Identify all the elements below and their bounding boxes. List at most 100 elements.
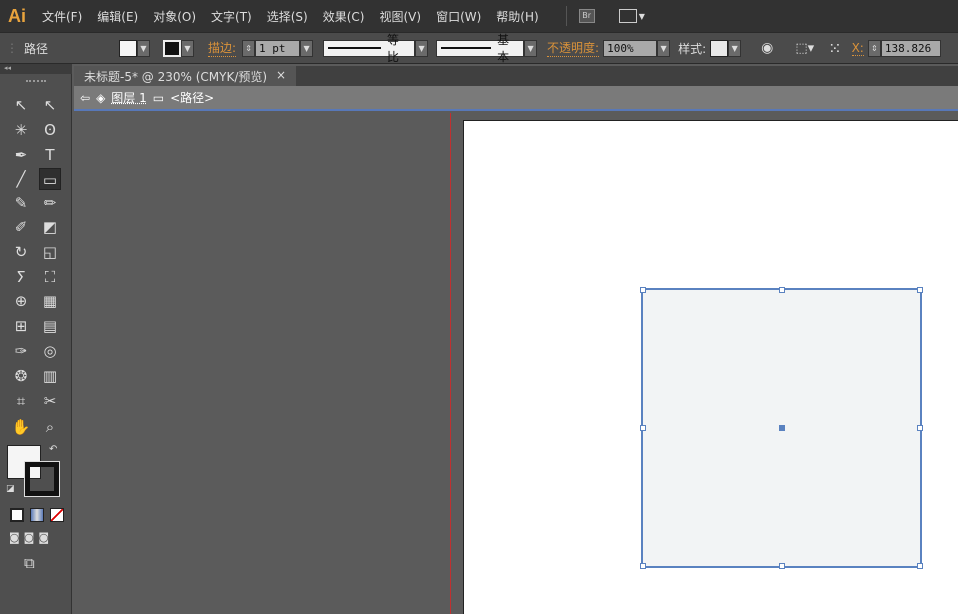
stroke-weight-stepper[interactable]: ⇕ xyxy=(242,39,256,57)
scale-icon[interactable]: ◱ xyxy=(39,241,61,263)
line-icon[interactable]: ╱ xyxy=(10,168,32,190)
panel-grip[interactable] xyxy=(26,80,46,82)
selected-rectangle[interactable] xyxy=(640,287,923,569)
direct-selection-icon[interactable]: ↖ xyxy=(39,94,61,116)
resize-handle[interactable] xyxy=(917,425,923,431)
x-input[interactable]: 138.826 xyxy=(880,39,941,57)
hand-icon[interactable]: ✋ xyxy=(10,416,32,438)
divider xyxy=(565,6,567,26)
menu-item[interactable]: 文字(T) xyxy=(211,8,252,25)
opacity-input[interactable]: 100% xyxy=(603,39,658,57)
menu-item[interactable]: 选择(S) xyxy=(267,8,308,25)
graphic-style-swatch[interactable] xyxy=(710,39,729,57)
blob-brush-icon[interactable]: ✐ xyxy=(10,216,32,238)
stroke-label[interactable]: 描边: xyxy=(208,39,237,57)
object-type-label: 路径 xyxy=(24,41,49,56)
breadcrumb-layer[interactable]: 图层 1 xyxy=(111,89,146,106)
symbol-sprayer-icon[interactable]: ❂ xyxy=(10,365,32,387)
x-label[interactable]: X: xyxy=(851,41,864,56)
swap-colors-icon[interactable]: ↶ xyxy=(49,444,57,455)
close-tab-button[interactable]: × xyxy=(276,68,286,84)
style-label: 样式: xyxy=(678,41,707,56)
menu-item[interactable]: 编辑(E) xyxy=(97,8,138,25)
resize-handle[interactable] xyxy=(778,563,785,569)
brush-definition[interactable]: 基本 xyxy=(436,33,525,64)
variable-width-profile[interactable]: 等比 xyxy=(323,33,416,64)
recolor-artwork-icon[interactable]: ◉ xyxy=(761,40,773,56)
opacity-dropdown[interactable]: ▼ xyxy=(657,39,671,57)
stroke-color-box[interactable] xyxy=(24,461,60,497)
shape-builder-icon[interactable]: ⊕ xyxy=(10,290,32,312)
resize-handle[interactable] xyxy=(640,287,646,293)
zoom-icon[interactable]: ⌕ xyxy=(39,416,61,438)
stroke-swatch[interactable] xyxy=(163,39,181,57)
graph-icon[interactable]: ▥ xyxy=(39,365,61,387)
resize-handle[interactable] xyxy=(640,563,646,569)
magic-wand-icon[interactable]: ✳ xyxy=(10,119,32,141)
pen-icon[interactable]: ✒ xyxy=(10,144,32,166)
collapse-panel-button[interactable]: ◂◂ xyxy=(0,64,72,74)
control-panel: ⋮ 路径 ▼ ▼ 描边: ⇕ 1 pt ▼ 等比 ▼ 基本 ▼ 不透明度: 100% ▼… xyxy=(0,32,958,64)
none-mode-icon[interactable] xyxy=(50,508,64,522)
perspective-icon[interactable]: ▦ xyxy=(39,290,61,312)
breadcrumb-path[interactable]: <路径> xyxy=(170,89,214,106)
brush-dropdown[interactable]: ▼ xyxy=(524,39,538,57)
isolate-icon[interactable]: ⬚▾ xyxy=(795,41,814,56)
opacity-label[interactable]: 不透明度: xyxy=(547,39,600,57)
eyedropper-icon[interactable]: ✑ xyxy=(10,340,32,362)
canvas[interactable] xyxy=(74,113,958,614)
group-icon: ▭ xyxy=(152,90,165,105)
warp-icon[interactable]: ⵢ xyxy=(10,266,32,288)
slice-icon[interactable]: ✂ xyxy=(39,390,61,412)
menu-item[interactable]: 对象(O) xyxy=(153,8,196,25)
center-point[interactable] xyxy=(778,425,785,431)
lasso-icon[interactable]: ʘ xyxy=(39,119,61,141)
selection-icon[interactable]: ↖ xyxy=(10,94,32,116)
style-dropdown[interactable]: ▼ xyxy=(728,39,742,57)
rectangle-icon[interactable]: ▭ xyxy=(39,168,61,190)
layers-icon: ◈ xyxy=(96,90,106,105)
workspace-layout-icon[interactable] xyxy=(618,9,637,23)
resize-handle[interactable] xyxy=(917,563,923,569)
eraser-icon[interactable]: ◩ xyxy=(39,216,61,238)
stroke-weight-dropdown[interactable]: ▼ xyxy=(300,39,314,57)
bridge-button[interactable]: Br xyxy=(578,9,595,23)
paintbrush-icon[interactable]: ✎ xyxy=(10,192,32,214)
gradient-mode-icon[interactable] xyxy=(30,508,44,522)
menu-bar: Ai 文件(F) 编辑(E) 对象(O) 文字(T) 选择(S) 效果(C) 视图(V) 窗口… xyxy=(0,0,958,32)
default-colors-icon[interactable]: ◪ xyxy=(6,484,15,494)
gradient-icon[interactable]: ▤ xyxy=(39,315,61,337)
menu-item[interactable]: 文件(F) xyxy=(42,8,82,25)
free-transform-icon[interactable]: ⛶ xyxy=(39,266,61,288)
document-tab[interactable]: 未标题-5* @ 230% (CMYK/预览) × xyxy=(74,66,296,86)
menu-item[interactable]: 窗口(W) xyxy=(436,8,481,25)
type-icon[interactable]: T xyxy=(39,144,61,166)
resize-handle[interactable] xyxy=(640,425,646,431)
fill-dropdown[interactable]: ▼ xyxy=(137,39,150,57)
document-tab-bar: 未标题-5* @ 230% (CMYK/预览) × xyxy=(74,66,958,86)
bleed-guide xyxy=(450,113,451,614)
color-mode-icon[interactable] xyxy=(10,508,24,522)
drawing-modes-icon[interactable]: ◙◙◙ xyxy=(9,531,53,544)
tab-title: 未标题-5* @ 230% (CMYK/预览) xyxy=(84,70,268,84)
stroke-weight-input[interactable]: 1 pt xyxy=(255,39,301,57)
screen-mode-icon[interactable]: ⧉ xyxy=(24,554,35,572)
x-stepper[interactable]: ⇕ xyxy=(867,39,881,57)
fill-swatch[interactable] xyxy=(119,39,137,57)
menu-item[interactable]: 帮助(H) xyxy=(496,8,538,25)
tools-panel: ◂◂ ↖ ↖ ✳ ʘ ✒ T ╱ ▭ ✎ ✏ ✐ ◩ ↻ ◱ ⵢ ⛶ ⊕ ▦ ⊞ ▤ ✑ ◎ ❂ ▥ ⌗ ✂ ✋ ⌕ ↶ ◪ ◙◙◙ … xyxy=(0,64,72,614)
stroke-dropdown[interactable]: ▼ xyxy=(181,39,194,57)
rotate-icon[interactable]: ↻ xyxy=(10,241,32,263)
back-arrow-icon[interactable]: ⇦ xyxy=(80,91,90,105)
grip-icon: ⋮ xyxy=(6,41,18,55)
profile-dropdown[interactable]: ▼ xyxy=(415,39,429,57)
blend-icon[interactable]: ◎ xyxy=(39,340,61,362)
resize-handle[interactable] xyxy=(917,287,923,293)
menu-item[interactable]: 效果(C) xyxy=(323,8,365,25)
artboard-icon[interactable]: ⌗ xyxy=(10,390,32,412)
menu-item[interactable]: 视图(V) xyxy=(379,8,421,25)
mesh-icon[interactable]: ⊞ xyxy=(10,315,32,337)
pencil-icon[interactable]: ✏ xyxy=(39,192,61,214)
reference-point-icon[interactable]: ⁙ xyxy=(828,39,841,58)
resize-handle[interactable] xyxy=(778,287,785,293)
